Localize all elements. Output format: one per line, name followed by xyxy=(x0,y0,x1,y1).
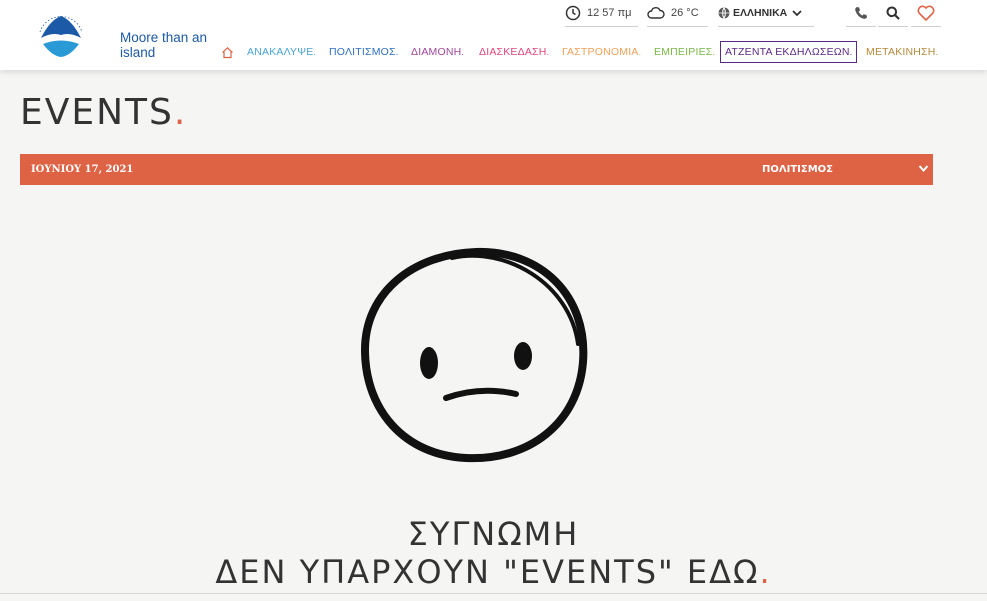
home-icon xyxy=(222,46,233,59)
search-icon xyxy=(886,6,900,20)
filter-category-select[interactable]: ΠΟΛΙΤΙΣΜΟΣ xyxy=(762,154,833,185)
nav-item-label: ΑΝΑΚΑΛΥΨΕ xyxy=(247,46,314,58)
nav-item-culture[interactable]: ΠΟΛΙΤΙΣΜΟΣ. xyxy=(329,41,398,63)
nav-item-label: ΑΤΖΕΝΤΑ ΕΚΔΗΛΩΣΕΩΝ xyxy=(725,46,850,58)
chevron-down-icon xyxy=(792,10,802,17)
globe-icon xyxy=(718,7,730,19)
nav-item-accommodation[interactable]: ΔΙΑΜΟΝΗ. xyxy=(411,41,464,63)
nav-item-label: ΠΟΛΙΤΙΣΜΟΣ xyxy=(329,46,396,58)
site-logo[interactable]: Moore than an island xyxy=(30,2,230,62)
phone-icon xyxy=(855,7,867,19)
events-filter-bar: ΙΟΥΝΙΟΥ 17, 2021 ΠΟΛΙΤΙΣΜΟΣ xyxy=(20,154,933,185)
favorites-button[interactable] xyxy=(911,0,941,27)
nav-item-discover[interactable]: ΑΝΑΚΑΛΥΨΕ. xyxy=(247,41,316,63)
clock-time: 12 57 πμ xyxy=(587,7,632,19)
nav-item-experiences[interactable]: ΕΜΠΕΙΡΙΕΣ. xyxy=(654,41,715,63)
site-header: Moore than an island 12 57 πμ 26 °C ΕΛΛΗ… xyxy=(0,0,987,70)
empty-state-title: ΣΥΓΝΩΜΗ xyxy=(407,515,580,553)
search-button[interactable] xyxy=(878,0,908,27)
logo-text: Moore than an island xyxy=(120,30,208,60)
nav-item-transport[interactable]: ΜΕΤΑΚΙΝΗΣΗ. xyxy=(866,41,938,63)
nav-item-gastronomy[interactable]: ΓΑΣΤΡΟΝΟΜΙΑ. xyxy=(562,41,641,63)
page-title: EVENTS. xyxy=(20,92,188,133)
clock-widget: 12 57 πμ xyxy=(565,0,638,27)
heart-icon xyxy=(917,5,935,21)
weather-widget: 26 °C xyxy=(647,0,708,27)
clock-icon xyxy=(565,5,581,21)
phone-button[interactable] xyxy=(846,0,876,27)
divider xyxy=(0,593,987,594)
weather-temperature: 26 °C xyxy=(671,7,699,19)
nav-item-label: ΔΙΑΜΟΝΗ xyxy=(411,46,462,58)
nav-item-label: ΓΑΣΤΡΟΝΟΜΙΑ xyxy=(562,46,639,58)
nav-item-entertainment[interactable]: ΔΙΑΣΚΕΔΑΣΗ. xyxy=(479,41,549,63)
nav-item-events-agenda[interactable]: ΑΤΖΕΝΤΑ ΕΚΔΗΛΩΣΕΩΝ. xyxy=(720,41,858,63)
nav-item-label: ΔΙΑΣΚΕΔΑΣΗ xyxy=(479,46,547,58)
cloud-icon xyxy=(647,7,665,19)
sad-face-icon xyxy=(360,247,588,463)
language-selector[interactable]: ΕΛΛΗΝΙΚΑ xyxy=(718,0,814,27)
logo-mark-icon xyxy=(39,15,83,57)
chevron-down-icon[interactable] xyxy=(918,163,929,174)
nav-item-label: ΜΕΤΑΚΙΝΗΣΗ xyxy=(866,46,936,58)
nav-home[interactable] xyxy=(221,41,234,63)
language-label: ΕΛΛΗΝΙΚΑ xyxy=(733,7,788,19)
empty-state-message: ΔΕΝ ΥΠΑΡΧΟΥΝ "EVENTS" ΕΔΩ. xyxy=(215,553,772,591)
nav-item-label: ΕΜΠΕΙΡΙΕΣ xyxy=(654,46,713,58)
filter-date[interactable]: ΙΟΥΝΙΟΥ 17, 2021 xyxy=(31,154,133,185)
